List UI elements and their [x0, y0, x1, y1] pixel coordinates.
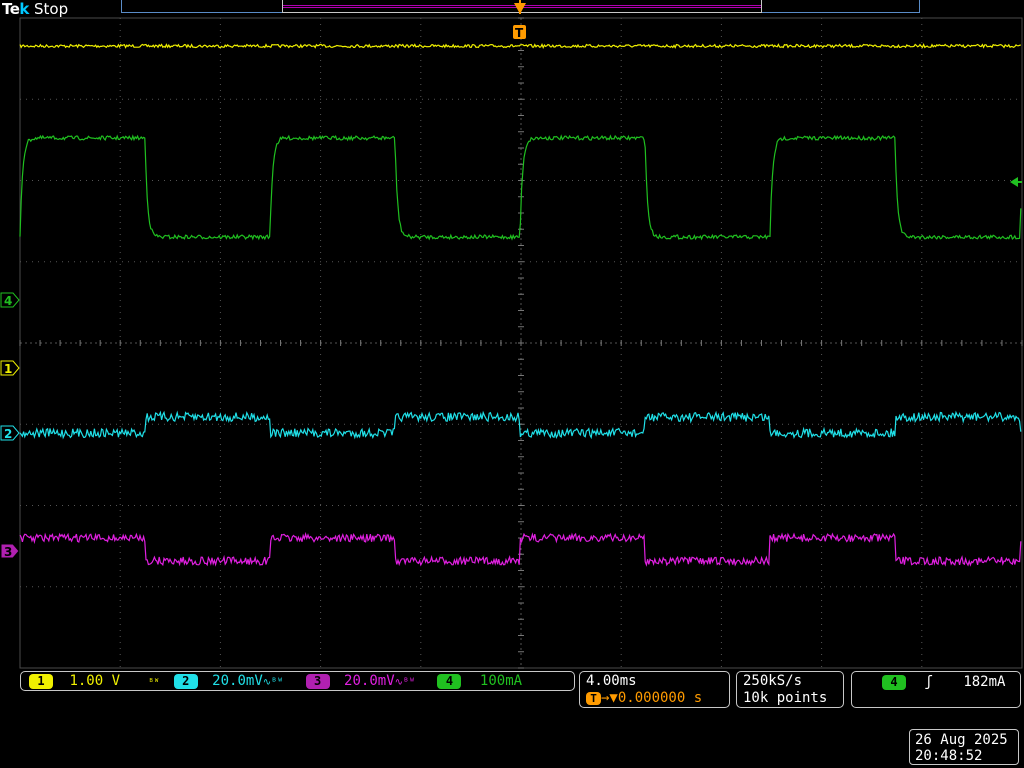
horizontal-scale: 4.00ms — [586, 673, 637, 689]
rising-edge-icon: ʃ — [924, 674, 933, 690]
ch4-scale: 100mA — [479, 673, 523, 689]
ch3-badge[interactable]: 3 — [305, 673, 330, 689]
ch2-badge[interactable]: 2 — [173, 673, 198, 689]
channel-readout-panel[interactable]: 1 1.00 V ᴮᵂ 2 20.0mV∿ᴮᵂ 3 20.0mV∿ᴮᵂ 4 10… — [20, 671, 575, 691]
ch2-coupling-icon: ∿ᴮᵂ — [262, 677, 284, 688]
ch3-coupling-icon: ∿ᴮᵂ — [394, 677, 416, 688]
trigger-position: T →▼0.000000 s — [586, 690, 729, 707]
ch3-scale: 20.0mV — [344, 673, 395, 689]
datetime-readout: 26 Aug 2025 20:48:52 — [909, 729, 1019, 765]
trigger-level: 182mA — [963, 674, 1006, 690]
ch4-trace — [19, 134, 1022, 241]
marker-label: 2 — [4, 427, 12, 441]
ch2-scale: 20.0mV — [212, 673, 263, 689]
ch2-ground-marker[interactable]: 2 — [0, 425, 20, 441]
waveform-display[interactable]: 4 1 2 3 T — [0, 0, 1024, 768]
trigger-level-arrow — [1010, 177, 1018, 187]
ch1-trace — [19, 42, 1021, 49]
channel-markers[interactable]: 4 1 2 3 T — [0, 0, 1022, 559]
acquisition-readout[interactable]: 250kS/s 10k points — [736, 671, 844, 708]
marker-label: 4 — [4, 294, 12, 308]
ch1-scale: 1.00 V — [69, 673, 121, 689]
ch3-ground-marker[interactable]: 3 — [0, 543, 20, 559]
waveforms — [19, 42, 1022, 567]
ch3-trace — [19, 531, 1022, 567]
ch1-badge[interactable]: 1 — [29, 673, 53, 689]
trigger-source-badge: 4 — [882, 674, 906, 690]
ch1-ground-marker[interactable]: 1 — [0, 360, 20, 376]
marker-label: 1 — [4, 362, 12, 376]
ch4-badge[interactable]: 4 — [437, 673, 462, 689]
sample-rate: 250kS/s — [743, 673, 803, 689]
ch1-bandwidth-icon: ᴮᵂ — [148, 678, 160, 688]
trigger-readout[interactable]: 4 ʃ 182mA — [851, 671, 1021, 708]
ch2-trace — [19, 410, 1022, 440]
graticule — [19, 17, 1023, 669]
time: 20:48:52 — [915, 748, 983, 764]
date: 26 Aug 2025 — [915, 732, 1008, 748]
trigger-t-icon: T — [586, 691, 601, 705]
trigger-t-label: T — [515, 26, 524, 40]
ch4-ground-marker[interactable]: 4 — [0, 292, 20, 308]
marker-label: 3 — [4, 545, 12, 559]
record-length: 10k points — [743, 690, 828, 706]
timebase-readout[interactable]: 4.00ms T →▼0.000000 s — [579, 671, 730, 708]
trigger-time-marker[interactable]: T — [513, 25, 526, 40]
